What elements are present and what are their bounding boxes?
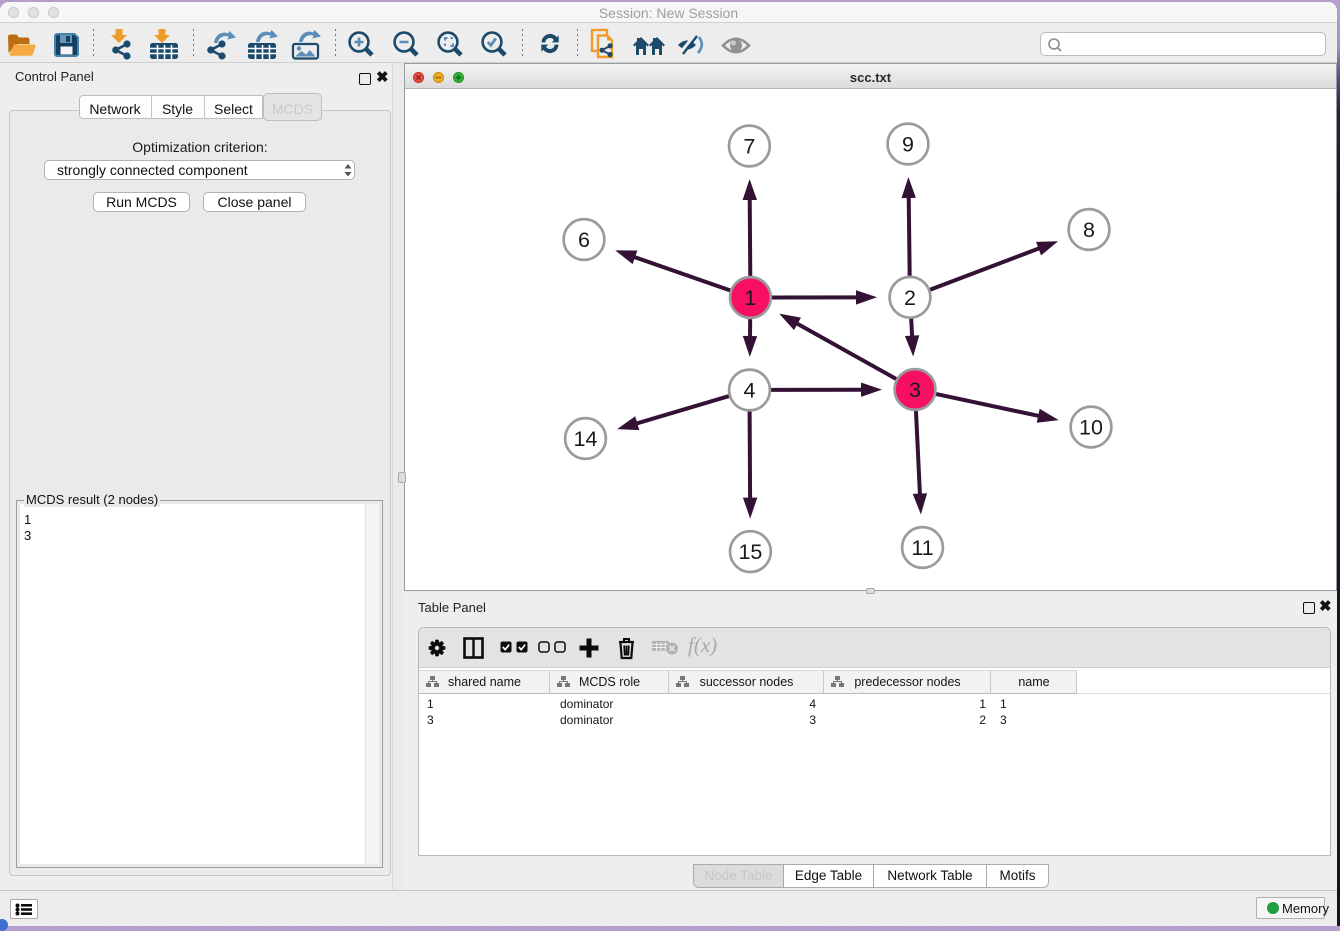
svg-text:11: 11 xyxy=(911,536,933,560)
svg-text:2: 2 xyxy=(904,286,916,310)
svg-text:6: 6 xyxy=(578,228,590,252)
svg-text:8: 8 xyxy=(1083,218,1095,242)
svg-text:7: 7 xyxy=(743,135,755,159)
svg-text:14: 14 xyxy=(574,427,598,451)
svg-text:9: 9 xyxy=(902,133,914,157)
svg-text:10: 10 xyxy=(1079,416,1103,440)
svg-text:4: 4 xyxy=(744,379,756,403)
svg-text:3: 3 xyxy=(909,378,921,402)
svg-text:15: 15 xyxy=(738,540,762,564)
svg-text:1: 1 xyxy=(744,286,756,310)
